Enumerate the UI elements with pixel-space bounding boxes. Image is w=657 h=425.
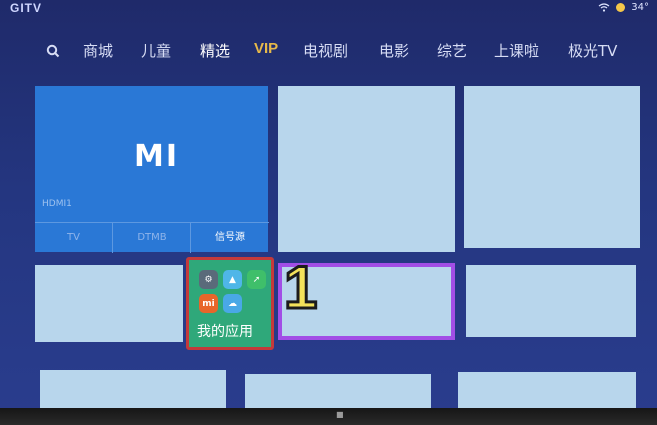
- tv-bezel: [0, 408, 657, 425]
- cloud-icon: ☁: [223, 294, 242, 313]
- gallery-icon: ▲: [223, 270, 242, 289]
- content-tile[interactable]: [464, 86, 640, 248]
- source-tv[interactable]: TV: [35, 222, 112, 253]
- status-bar: 34°: [598, 2, 649, 13]
- nav-item-tv-series[interactable]: 电视剧: [303, 40, 348, 61]
- my-apps-label: 我的应用: [197, 324, 253, 340]
- settings-icon: ⚙: [199, 270, 218, 289]
- wifi-icon: [598, 3, 610, 12]
- mi-source-tile[interactable]: MI HDMI1 TV DTMB 信号源: [35, 86, 269, 253]
- top-nav: 商城 儿童 精选 VIP 电视剧 电影 综艺 上课啦 极光TV: [0, 40, 657, 66]
- content-tile[interactable]: [278, 86, 455, 252]
- nav-item-variety[interactable]: 综艺: [437, 40, 467, 61]
- source-dtmb[interactable]: DTMB: [112, 222, 191, 253]
- source-signal[interactable]: 信号源: [190, 222, 269, 253]
- nav-item-featured[interactable]: 精选: [200, 40, 230, 61]
- nav-item-vip[interactable]: VIP: [254, 40, 278, 57]
- tv-brand-mark-icon: ■: [336, 410, 344, 419]
- nav-item-movies[interactable]: 电影: [379, 40, 409, 61]
- mi-logo: MI: [134, 139, 180, 174]
- content-tile[interactable]: [245, 374, 431, 410]
- my-apps-tile[interactable]: ⚙ ▲ ➚ mi ☁ 我的应用: [186, 257, 274, 350]
- nav-item-kids[interactable]: 儿童: [141, 40, 171, 61]
- annotation-marker: 1: [282, 254, 318, 321]
- weather-sun-icon: [616, 3, 626, 12]
- mi-app-icon: mi: [199, 294, 218, 313]
- nav-item-classes[interactable]: 上课啦: [494, 40, 539, 61]
- rocket-icon: ➚: [247, 270, 266, 289]
- brand-logo: GITV: [10, 1, 43, 15]
- input-label: HDMI1: [42, 199, 72, 209]
- content-tile[interactable]: [40, 370, 226, 410]
- content-tile[interactable]: [35, 265, 183, 342]
- nav-item-mall[interactable]: 商城: [83, 40, 113, 61]
- temperature: 34°: [631, 2, 649, 13]
- content-tile[interactable]: [458, 372, 636, 410]
- content-tile[interactable]: [466, 265, 636, 337]
- nav-item-aurora-tv[interactable]: 极光TV: [568, 40, 617, 61]
